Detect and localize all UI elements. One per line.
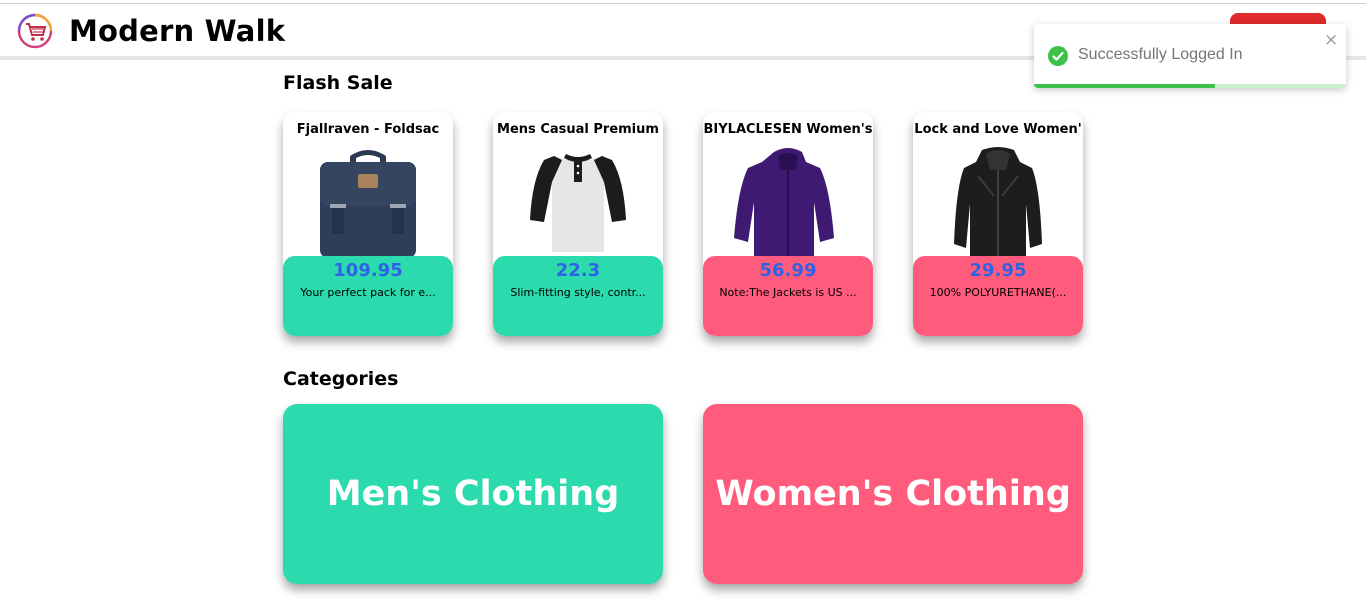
product-description: Your perfect pack for e... (300, 286, 436, 299)
check-circle-icon (1048, 46, 1068, 66)
product-info: 29.95 100% POLYURETHANE(... (913, 256, 1083, 336)
product-info: 22.3 Slim-fitting style, contr... (493, 256, 663, 336)
toast-progress-bar (1034, 84, 1215, 88)
shopping-cart-logo-icon[interactable] (17, 13, 53, 49)
product-title: BIYLACLESEN Women's (703, 122, 873, 137)
product-title: Lock and Love Women' (914, 122, 1082, 137)
success-toast[interactable]: Successfully Logged In × (1034, 24, 1346, 88)
raglan-shirt-image (530, 154, 626, 252)
category-label: Men's Clothing (326, 474, 620, 514)
product-card[interactable]: Lock and Love Women' 29.95 100% POLYURET… (913, 112, 1083, 336)
category-mens-clothing[interactable]: Men's Clothing (283, 404, 663, 584)
product-price: 109.95 (333, 260, 403, 281)
product-price: 56.99 (759, 260, 817, 281)
product-title: Fjallraven - Foldsac (296, 122, 440, 137)
category-womens-clothing[interactable]: Women's Clothing (703, 404, 1083, 584)
purple-jacket-image (734, 148, 834, 258)
product-info: 109.95 Your perfect pack for e... (283, 256, 453, 336)
category-label: Women's Clothing (715, 474, 1071, 514)
product-description: Slim-fitting style, contr... (510, 286, 646, 299)
product-price: 29.95 (969, 260, 1027, 281)
leather-jacket-image (954, 147, 1042, 258)
flash-sale-title: Flash Sale (283, 72, 393, 94)
app-title: Modern Walk (69, 14, 286, 48)
backpack-image (320, 150, 416, 258)
product-card[interactable]: Mens Casual Premium 22.3 Slim-fitting st… (493, 112, 663, 336)
product-price: 22.3 (555, 260, 601, 281)
product-info: 56.99 Note:The Jackets is US ... (703, 256, 873, 336)
product-card[interactable]: BIYLACLESEN Women's 56.99 Note:The Jacke… (703, 112, 873, 336)
product-description: 100% POLYURETHANE(... (929, 286, 1067, 299)
product-card[interactable]: Fjallraven - Foldsac 109.95 Your perfect… (283, 112, 453, 336)
categories-title: Categories (283, 368, 399, 390)
close-icon[interactable]: × (1324, 30, 1338, 50)
product-description: Note:The Jackets is US ... (719, 286, 857, 299)
product-title: Mens Casual Premium (497, 122, 659, 137)
toast-message: Successfully Logged In (1078, 46, 1243, 63)
toast-progress-track (1034, 84, 1346, 88)
